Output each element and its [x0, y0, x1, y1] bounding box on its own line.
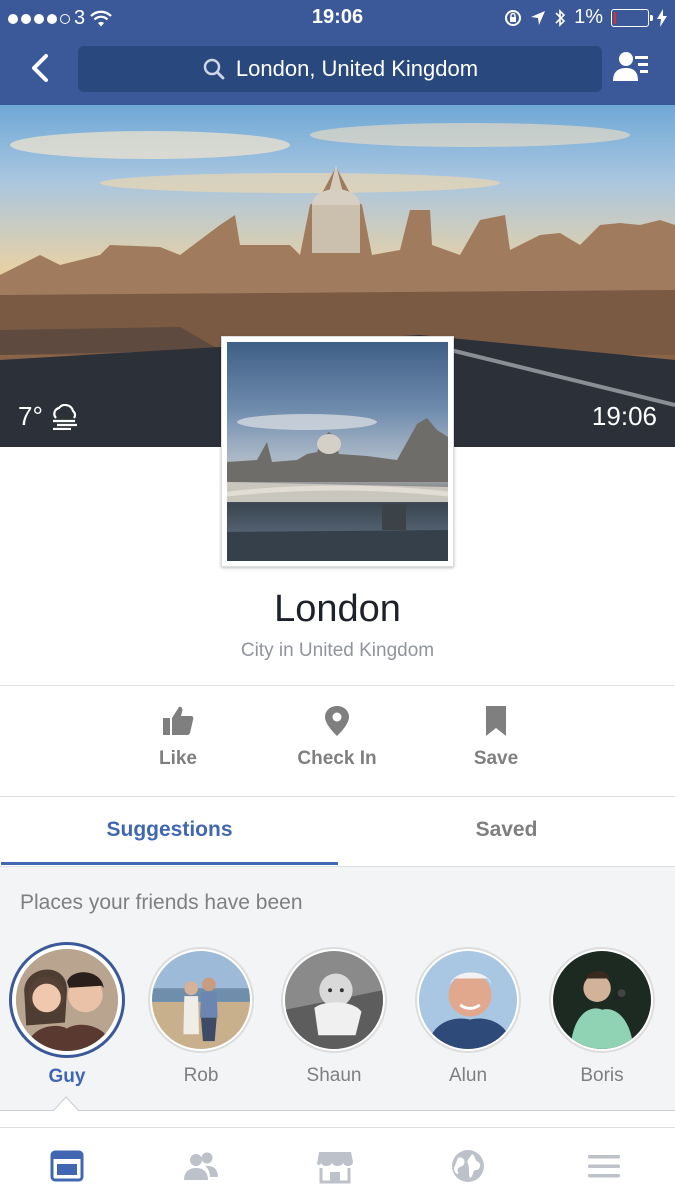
- local-time-label: 19:06: [591, 401, 657, 431]
- page-actions: Like Check In Save: [0, 686, 675, 796]
- friend-name: Alun: [448, 1065, 488, 1086]
- tab-saved[interactable]: Saved: [338, 797, 675, 865]
- profile-image: [227, 342, 448, 561]
- temperature-label: 7°: [18, 401, 43, 431]
- like-button[interactable]: Like: [98, 704, 258, 770]
- profile-picture[interactable]: [221, 336, 454, 567]
- status-icons: 1%: [504, 6, 667, 29]
- tab-bar: Suggestions Saved: [0, 797, 675, 867]
- avatar: [281, 947, 387, 1053]
- weather-widget[interactable]: 7°: [18, 401, 79, 432]
- section-title: Places your friends have been: [20, 891, 303, 914]
- check-in-label: Check In: [297, 748, 377, 769]
- status-bar: 3 19:06 1%: [0, 0, 675, 36]
- friend-item-guy[interactable]: Guy: [7, 942, 127, 1088]
- friends-icon[interactable]: [181, 1146, 221, 1186]
- friend-item-boris[interactable]: Boris: [542, 947, 662, 1087]
- globe-icon[interactable]: [448, 1146, 488, 1186]
- page-title: London: [274, 588, 401, 630]
- avatar: [549, 947, 655, 1053]
- search-icon: [203, 58, 225, 80]
- thumbs-up-icon: [163, 706, 194, 735]
- foggy-weather-icon: [52, 403, 77, 430]
- friend-name: Boris: [580, 1065, 624, 1086]
- save-button[interactable]: Save: [416, 704, 576, 770]
- nav-bar: London, United Kingdom: [0, 38, 675, 100]
- news-feed-icon[interactable]: [47, 1146, 87, 1186]
- page-category: City in United Kingdom: [240, 640, 435, 661]
- divider: [0, 1110, 675, 1111]
- friend-name: Shaun: [306, 1065, 362, 1086]
- search-input[interactable]: London, United Kingdom: [78, 46, 602, 92]
- search-query: London, United Kingdom: [235, 56, 479, 81]
- check-in-button[interactable]: Check In: [257, 704, 417, 770]
- bottom-tab-bar: [0, 1127, 675, 1200]
- location-arrow-icon: [531, 10, 546, 25]
- save-label: Save: [473, 748, 519, 769]
- friend-item-shaun[interactable]: Shaun: [274, 947, 394, 1087]
- avatar: [415, 947, 521, 1053]
- bluetooth-icon: [555, 8, 566, 27]
- battery-icon: [611, 8, 653, 27]
- friend-name: Rob: [183, 1065, 219, 1086]
- friend-list-icon[interactable]: [611, 48, 651, 88]
- friend-item-rob[interactable]: Rob: [141, 947, 261, 1087]
- app-header: 3 19:06 1% London, United Kingdom: [0, 0, 675, 105]
- back-icon[interactable]: [22, 48, 62, 88]
- selection-pointer: [53, 1096, 79, 1112]
- map-pin-icon: [325, 706, 349, 736]
- menu-icon[interactable]: [584, 1146, 624, 1186]
- rotation-lock-icon: [505, 9, 522, 26]
- friends-places-section: Places your friends have been Guy Rob Sh…: [0, 867, 675, 1111]
- friend-item-alun[interactable]: Alun: [408, 947, 528, 1087]
- avatar: [9, 942, 125, 1058]
- bookmark-icon: [486, 706, 506, 736]
- charging-bolt-icon: [657, 8, 667, 27]
- battery-percent: 1%: [574, 6, 603, 28]
- friend-name: Guy: [48, 1066, 86, 1087]
- tab-suggestions[interactable]: Suggestions: [1, 797, 338, 865]
- like-label: Like: [158, 748, 198, 769]
- marketplace-icon[interactable]: [315, 1146, 355, 1186]
- avatar: [148, 947, 254, 1053]
